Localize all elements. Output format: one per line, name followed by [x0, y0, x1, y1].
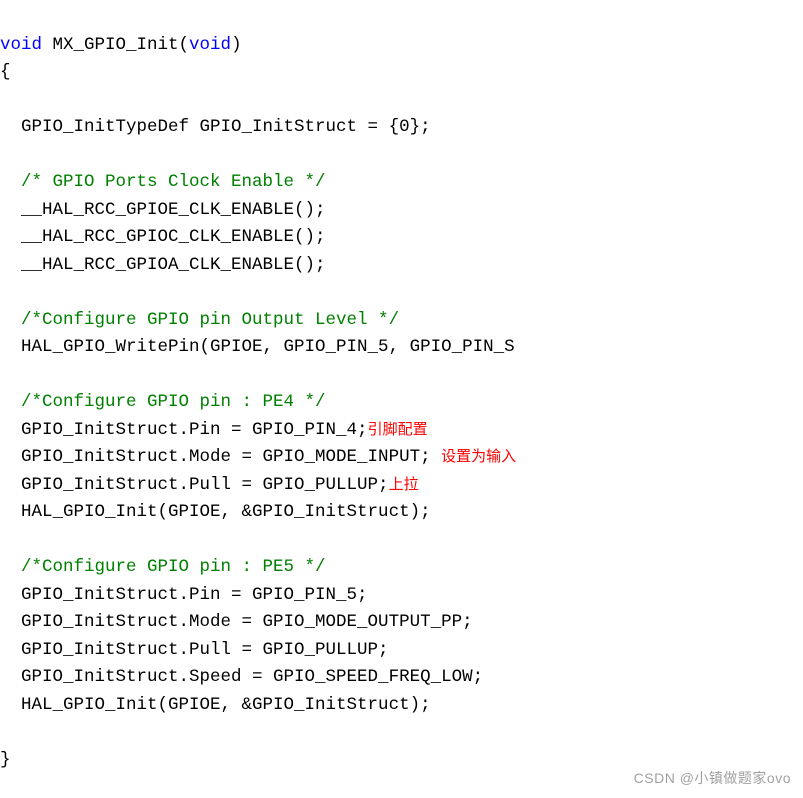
call-writepin: HAL_GPIO_WritePin(GPIOE, GPIO_PIN_5, GPI… [0, 337, 515, 357]
call-gpioc-clk: __HAL_RCC_GPIOC_CLK_ENABLE(); [0, 227, 326, 247]
code-block: void MX_GPIO_Init(void) { GPIO_InitTypeD… [0, 4, 516, 774]
comment-output-level: /*Configure GPIO pin Output Level */ [0, 310, 399, 330]
pe5-init: HAL_GPIO_Init(GPIOE, &GPIO_InitStruct); [0, 695, 431, 715]
watermark: CSDN @小镇做题家ovo [634, 765, 791, 793]
call-gpioa-clk: __HAL_RCC_GPIOA_CLK_ENABLE(); [0, 255, 326, 275]
call-gpioe-clk: __HAL_RCC_GPIOE_CLK_ENABLE(); [0, 200, 326, 220]
annot-pin: 引脚配置 [368, 422, 428, 438]
paren-close: ) [231, 35, 242, 55]
pe5-mode: GPIO_InitStruct.Mode = GPIO_MODE_OUTPUT_… [0, 612, 473, 632]
decl-initstruct-a: GPIO_InitTypeDef GPIO_InitStruct = { [0, 117, 399, 137]
pe5-pull: GPIO_InitStruct.Pull = GPIO_PULLUP; [0, 640, 389, 660]
func-decl: MX_GPIO_Init( [42, 35, 189, 55]
pe5-speed: GPIO_InitStruct.Speed = GPIO_SPEED_FREQ_… [0, 667, 483, 687]
comment-pe4: /*Configure GPIO pin : PE4 */ [0, 392, 326, 412]
keyword-void-1: void [0, 35, 42, 55]
annot-input: 设置为输入 [441, 449, 516, 465]
literal-zero: 0 [399, 117, 410, 137]
pe4-pull: GPIO_InitStruct.Pull = GPIO_PULLUP; [0, 475, 389, 495]
keyword-void-2: void [189, 35, 231, 55]
brace-close: } [0, 750, 11, 770]
pe4-init: HAL_GPIO_Init(GPIOE, &GPIO_InitStruct); [0, 502, 431, 522]
comment-clock-enable: /* GPIO Ports Clock Enable */ [0, 172, 326, 192]
annot-pullup: 上拉 [389, 477, 419, 493]
pe4-pin: GPIO_InitStruct.Pin = GPIO_PIN_4; [0, 420, 368, 440]
decl-initstruct-b: }; [410, 117, 431, 137]
pe4-mode: GPIO_InitStruct.Mode = GPIO_MODE_INPUT; [0, 447, 441, 467]
comment-pe5: /*Configure GPIO pin : PE5 */ [0, 557, 326, 577]
brace-open: { [0, 62, 11, 82]
pe5-pin: GPIO_InitStruct.Pin = GPIO_PIN_5; [0, 585, 368, 605]
